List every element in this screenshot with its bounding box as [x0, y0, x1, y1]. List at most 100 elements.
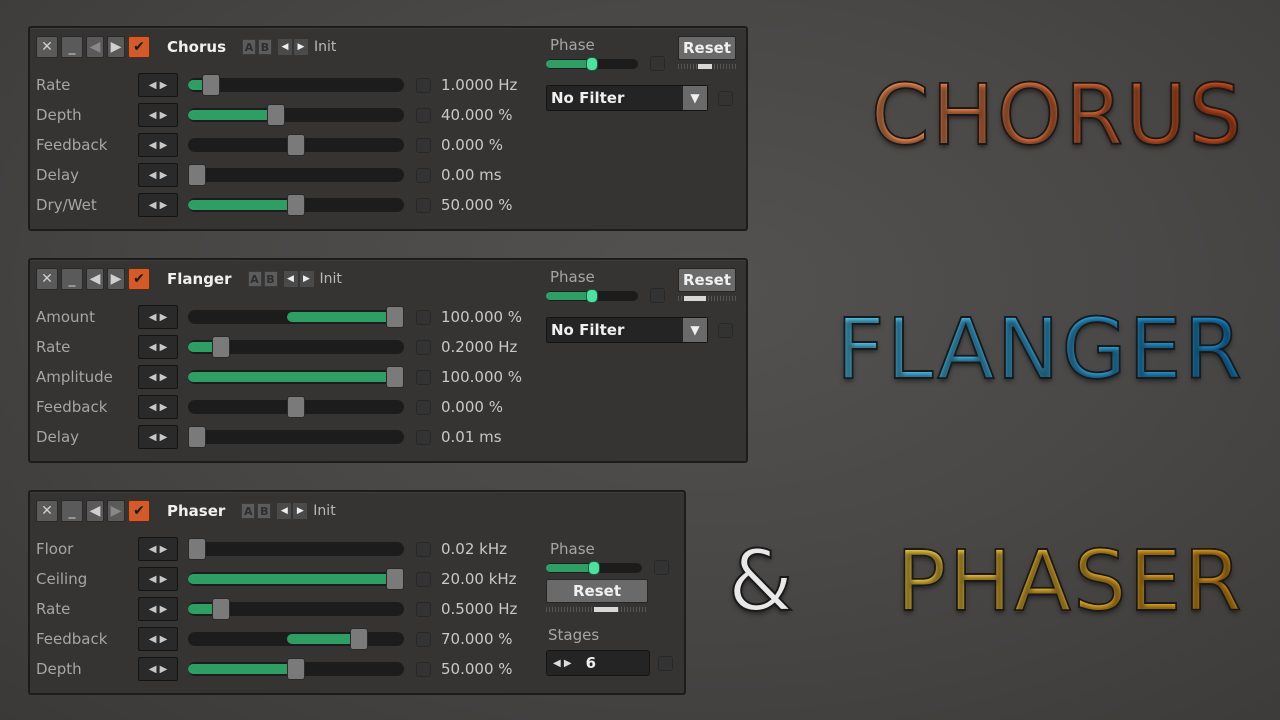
param-automation-checkbox[interactable] [416, 429, 431, 445]
slider-knob[interactable] [287, 658, 305, 680]
slider-knob[interactable] [211, 598, 230, 620]
minimize-icon[interactable]: _ [61, 268, 83, 290]
slider-knob[interactable] [350, 628, 369, 650]
phase-knob[interactable] [586, 56, 598, 71]
preset-name[interactable]: Init [313, 503, 335, 519]
param-stepper-arrows-icon[interactable]: ◀ ▶ [138, 305, 178, 329]
move-left-icon[interactable]: ◀ [86, 268, 104, 290]
phase-slider[interactable] [546, 56, 638, 71]
move-left-icon[interactable]: ◀ [86, 500, 104, 522]
phase-automation-checkbox[interactable] [650, 288, 665, 303]
param-automation-checkbox[interactable] [416, 137, 431, 153]
param-slider[interactable] [188, 104, 404, 126]
move-right-icon[interactable]: ▶ [107, 268, 125, 290]
preset-prev-icon[interactable]: ◀ [278, 39, 292, 55]
preset-next-icon[interactable]: ▶ [293, 503, 308, 519]
preset-next-icon[interactable]: ▶ [299, 271, 314, 287]
slider-knob[interactable] [188, 164, 206, 186]
param-automation-checkbox[interactable] [416, 197, 431, 213]
slider-knob[interactable] [287, 396, 305, 418]
param-automation-checkbox[interactable] [416, 167, 431, 183]
param-slider[interactable] [188, 538, 404, 560]
param-stepper-arrows-icon[interactable]: ◀ ▶ [138, 657, 178, 681]
param-automation-checkbox[interactable] [416, 541, 431, 557]
filter-automation-checkbox[interactable] [718, 322, 733, 338]
phase-slider[interactable] [546, 560, 642, 575]
enable-check-icon[interactable]: ✔ [128, 36, 150, 58]
param-slider[interactable] [188, 396, 404, 418]
slider-knob[interactable] [386, 366, 404, 388]
param-automation-checkbox[interactable] [416, 661, 431, 677]
reset-button[interactable]: Reset [678, 36, 736, 60]
minimize-icon[interactable]: _ [61, 500, 83, 522]
preset-a-button[interactable]: A [242, 39, 256, 55]
param-slider[interactable] [188, 194, 404, 216]
minimize-icon[interactable]: _ [61, 36, 83, 58]
dropdown-arrow-icon[interactable]: ▼ [683, 318, 707, 342]
enable-check-icon[interactable]: ✔ [128, 500, 150, 522]
filter-dropdown[interactable]: No Filter ▼ [546, 317, 708, 343]
move-right-icon[interactable]: ▶ [107, 500, 125, 522]
param-automation-checkbox[interactable] [416, 631, 431, 647]
preset-a-button[interactable]: A [247, 271, 262, 287]
param-slider[interactable] [188, 658, 404, 680]
param-slider[interactable] [188, 74, 404, 96]
preset-b-button[interactable]: B [263, 271, 278, 287]
preset-b-button[interactable]: B [257, 503, 272, 519]
preset-prev-icon[interactable]: ◀ [277, 503, 292, 519]
param-stepper-arrows-icon[interactable]: ◀ ▶ [138, 365, 178, 389]
param-slider[interactable] [188, 164, 404, 186]
param-stepper-arrows-icon[interactable]: ◀ ▶ [138, 73, 178, 97]
param-slider[interactable] [188, 336, 404, 358]
param-stepper-arrows-icon[interactable]: ◀ ▶ [138, 103, 178, 127]
param-automation-checkbox[interactable] [416, 107, 431, 123]
slider-knob[interactable] [188, 538, 206, 560]
preset-name[interactable]: Init [314, 39, 336, 55]
phase-automation-checkbox[interactable] [650, 56, 665, 71]
param-slider[interactable] [188, 598, 404, 620]
param-automation-checkbox[interactable] [416, 601, 431, 617]
phase-knob[interactable] [586, 288, 598, 303]
slider-knob[interactable] [211, 336, 230, 358]
phase-automation-checkbox[interactable] [654, 560, 669, 575]
enable-check-icon[interactable]: ✔ [128, 268, 150, 290]
slider-knob[interactable] [386, 568, 404, 590]
param-stepper-arrows-icon[interactable]: ◀ ▶ [138, 193, 178, 217]
phase-slider[interactable] [546, 288, 638, 303]
slider-knob[interactable] [287, 194, 305, 216]
param-stepper-arrows-icon[interactable]: ◀ ▶ [138, 335, 178, 359]
param-stepper-arrows-icon[interactable]: ◀ ▶ [138, 163, 178, 187]
param-stepper-arrows-icon[interactable]: ◀ ▶ [138, 537, 178, 561]
move-right-icon[interactable]: ▶ [107, 36, 125, 58]
param-slider[interactable] [188, 366, 404, 388]
param-slider[interactable] [188, 306, 404, 328]
param-automation-checkbox[interactable] [416, 309, 431, 325]
close-icon[interactable]: ✕ [36, 268, 58, 290]
preset-name[interactable]: Init [320, 271, 342, 287]
param-automation-checkbox[interactable] [416, 77, 431, 93]
param-automation-checkbox[interactable] [416, 571, 431, 587]
slider-knob[interactable] [188, 426, 206, 448]
stages-automation-checkbox[interactable] [658, 655, 673, 671]
param-slider[interactable] [188, 426, 404, 448]
param-slider[interactable] [188, 628, 404, 650]
reset-button[interactable]: Reset [678, 268, 736, 292]
close-icon[interactable]: ✕ [36, 500, 58, 522]
param-stepper-arrows-icon[interactable]: ◀ ▶ [138, 567, 178, 591]
filter-dropdown[interactable]: No Filter ▼ [546, 85, 708, 111]
preset-next-icon[interactable]: ▶ [294, 39, 308, 55]
stages-stepper[interactable]: ◀ ▶ 6 [546, 650, 650, 676]
param-slider[interactable] [188, 568, 404, 590]
param-stepper-arrows-icon[interactable]: ◀ ▶ [138, 425, 178, 449]
slider-knob[interactable] [386, 306, 404, 328]
param-stepper-arrows-icon[interactable]: ◀ ▶ [138, 597, 178, 621]
close-icon[interactable]: ✕ [36, 36, 58, 58]
move-left-icon[interactable]: ◀ [86, 36, 104, 58]
param-automation-checkbox[interactable] [416, 339, 431, 355]
param-automation-checkbox[interactable] [416, 369, 431, 385]
reset-button[interactable]: Reset [546, 579, 648, 603]
stepper-arrows-icon[interactable]: ◀ ▶ [553, 658, 572, 669]
param-slider[interactable] [188, 134, 404, 156]
phase-knob[interactable] [588, 560, 600, 575]
slider-knob[interactable] [201, 74, 220, 96]
